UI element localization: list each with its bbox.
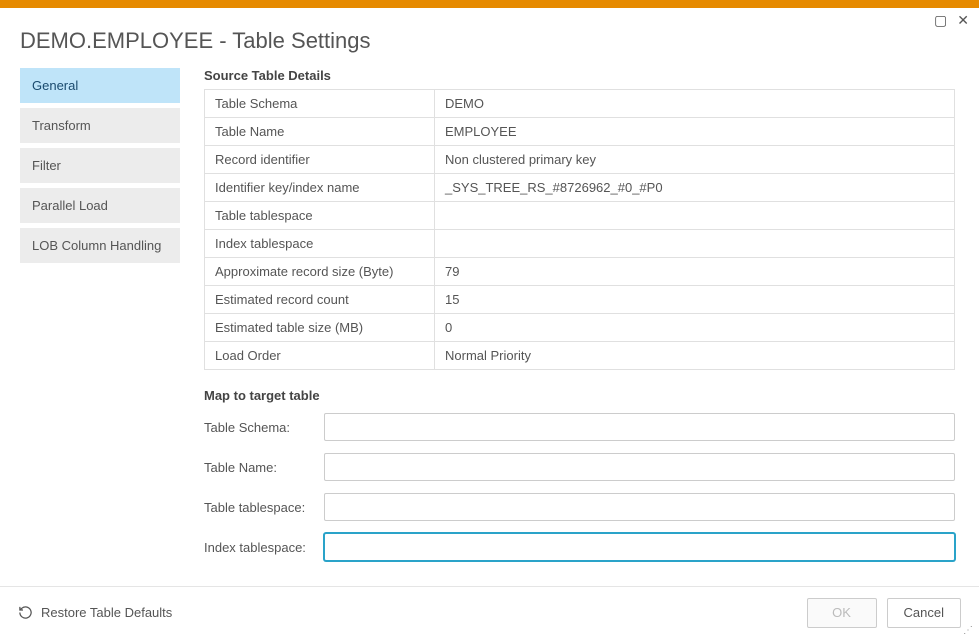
detail-label: Table Name [205, 118, 435, 146]
source-detail-table: Table SchemaDEMO Table NameEMPLOYEE Reco… [204, 89, 955, 370]
table-name-input[interactable] [324, 453, 955, 481]
detail-value: _SYS_TREE_RS_#8726962_#0_#P0 [435, 174, 955, 202]
table-row: Table NameEMPLOYEE [205, 118, 955, 146]
form-row-table-tablespace: Table tablespace: [204, 493, 955, 521]
titlebar [0, 0, 979, 8]
form-row-table-schema: Table Schema: [204, 413, 955, 441]
ok-button[interactable]: OK [807, 598, 877, 628]
detail-value: 15 [435, 286, 955, 314]
table-row: Index tablespace [205, 230, 955, 258]
detail-value: Non clustered primary key [435, 146, 955, 174]
detail-label: Record identifier [205, 146, 435, 174]
detail-value [435, 202, 955, 230]
detail-value: 79 [435, 258, 955, 286]
restore-icon [18, 605, 33, 620]
table-tablespace-input[interactable] [324, 493, 955, 521]
tab-parallel-load[interactable]: Parallel Load [20, 188, 180, 223]
target-section-header: Map to target table [204, 388, 955, 403]
detail-value: 0 [435, 314, 955, 342]
footer: Restore Table Defaults OK Cancel [0, 586, 979, 638]
table-name-label: Table Name: [204, 460, 324, 475]
detail-value: Normal Priority [435, 342, 955, 370]
detail-value: DEMO [435, 90, 955, 118]
tab-filter[interactable]: Filter [20, 148, 180, 183]
detail-label: Approximate record size (Byte) [205, 258, 435, 286]
sidebar: General Transform Filter Parallel Load L… [0, 68, 180, 598]
table-row: Table SchemaDEMO [205, 90, 955, 118]
detail-label: Load Order [205, 342, 435, 370]
restore-label: Restore Table Defaults [41, 605, 172, 620]
table-row: Record identifierNon clustered primary k… [205, 146, 955, 174]
form-row-index-tablespace: Index tablespace: [204, 533, 955, 561]
tab-lob-column-handling[interactable]: LOB Column Handling [20, 228, 180, 263]
table-tablespace-label: Table tablespace: [204, 500, 324, 515]
detail-label: Table tablespace [205, 202, 435, 230]
detail-label: Estimated table size (MB) [205, 314, 435, 342]
content-panel: Source Table Details Table SchemaDEMO Ta… [180, 68, 979, 598]
source-section-header: Source Table Details [204, 68, 955, 83]
tab-transform[interactable]: Transform [20, 108, 180, 143]
close-icon[interactable]: ✕ [957, 12, 969, 29]
table-row: Table tablespace [205, 202, 955, 230]
window-controls: ▢ ✕ [934, 12, 969, 29]
detail-value [435, 230, 955, 258]
table-schema-input[interactable] [324, 413, 955, 441]
table-row: Identifier key/index name_SYS_TREE_RS_#8… [205, 174, 955, 202]
resize-grip-icon[interactable]: ⋰ [963, 628, 975, 634]
detail-label: Table Schema [205, 90, 435, 118]
index-tablespace-label: Index tablespace: [204, 540, 324, 555]
detail-label: Index tablespace [205, 230, 435, 258]
index-tablespace-input[interactable] [324, 533, 955, 561]
form-row-table-name: Table Name: [204, 453, 955, 481]
table-schema-label: Table Schema: [204, 420, 324, 435]
dialog-title: DEMO.EMPLOYEE - Table Settings [0, 8, 979, 68]
tab-general[interactable]: General [20, 68, 180, 103]
table-row: Estimated record count15 [205, 286, 955, 314]
table-row: Load OrderNormal Priority [205, 342, 955, 370]
cancel-button[interactable]: Cancel [887, 598, 961, 628]
restore-defaults-link[interactable]: Restore Table Defaults [18, 605, 172, 620]
table-row: Estimated table size (MB)0 [205, 314, 955, 342]
detail-label: Estimated record count [205, 286, 435, 314]
table-row: Approximate record size (Byte)79 [205, 258, 955, 286]
maximize-icon[interactable]: ▢ [934, 12, 947, 29]
detail-value: EMPLOYEE [435, 118, 955, 146]
detail-label: Identifier key/index name [205, 174, 435, 202]
